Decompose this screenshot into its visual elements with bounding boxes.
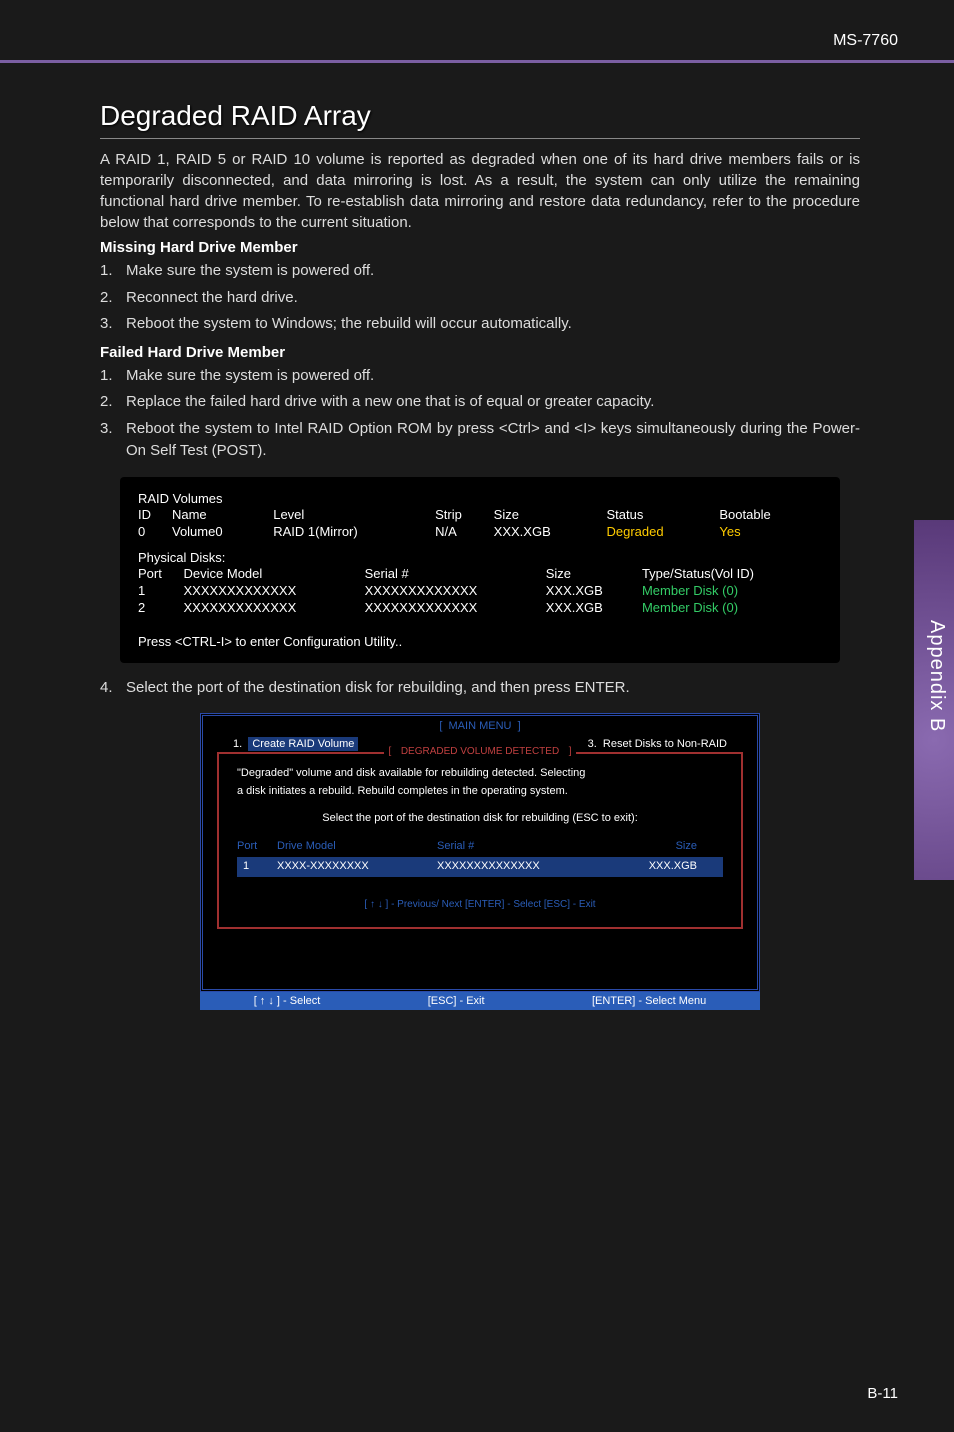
list-item: Replace the failed hard drive with a new… xyxy=(100,391,860,414)
disk-row-selected[interactable]: 1 XXXX-XXXXXXXX XXXXXXXXXXXXXX XXX.XGB xyxy=(237,857,723,877)
pcell-model: XXXXXXXXXXXXX xyxy=(184,599,365,616)
pcell-type: Member Disk (0) xyxy=(642,599,822,616)
missing-steps: Make sure the system is powered off. Rec… xyxy=(100,260,860,336)
section-title: Degraded RAID Array xyxy=(100,100,860,139)
col-strip: Strip xyxy=(435,506,494,523)
col-id: ID xyxy=(138,506,172,523)
pcol-type: Type/Status(Vol ID) xyxy=(642,565,822,582)
cell-serial: XXXXXXXXXXXXXX xyxy=(437,858,617,876)
cell-strip: N/A xyxy=(435,523,494,540)
degraded-msg-line1: "Degraded" volume and disk available for… xyxy=(237,765,723,783)
bios-main-menu-panel: [ MAIN MENU ] 1. Create RAID Volume 3. R… xyxy=(200,713,760,1010)
list-item: Reconnect the hard drive. xyxy=(100,287,860,310)
page-model: MS-7760 xyxy=(833,32,898,50)
cell-level: RAID 1(Mirror) xyxy=(273,523,435,540)
pcell-size: XXX.XGB xyxy=(546,582,642,599)
main-menu-label: [ MAIN MENU ] xyxy=(435,720,524,732)
pcell-serial: XXXXXXXXXXXXX xyxy=(365,599,546,616)
step-4: Select the port of the destination disk … xyxy=(100,677,860,700)
cell-id: 0 xyxy=(138,523,172,540)
side-tab-label: Appendix B xyxy=(925,620,948,732)
degraded-title: DEGRADED VOLUME DETECTED xyxy=(397,746,563,757)
list-item: Make sure the system is powered off. xyxy=(100,260,860,283)
missing-heading: Missing Hard Drive Member xyxy=(100,239,860,256)
pcol-serial: Serial # xyxy=(365,565,546,582)
cell-size: XXX.XGB xyxy=(494,523,607,540)
pcell-serial: XXXXXXXXXXXXX xyxy=(365,582,546,599)
degraded-msg-line2: a disk initiates a rebuild. Rebuild comp… xyxy=(237,783,723,801)
col-drive-model: Drive Model xyxy=(277,838,437,856)
pcol-port: Port xyxy=(138,565,184,582)
pcol-model: Device Model xyxy=(184,565,365,582)
failed-steps: Make sure the system is powered off. Rep… xyxy=(100,365,860,463)
pcell-port: 1 xyxy=(138,582,184,599)
physical-disks-label: Physical Disks: xyxy=(138,550,822,565)
bios-raid-volumes-panel: RAID Volumes ID Name Level Strip Size St… xyxy=(120,477,840,663)
cell-status: Degraded xyxy=(607,523,720,540)
col-bootable: Bootable xyxy=(719,506,822,523)
col-serial: Serial # xyxy=(437,838,617,856)
pcol-size: Size xyxy=(546,565,642,582)
list-item: Make sure the system is powered off. xyxy=(100,365,860,388)
page-number: B-11 xyxy=(867,1385,898,1402)
side-tab: Appendix B xyxy=(914,520,954,880)
pcell-type: Member Disk (0) xyxy=(642,582,822,599)
hint-exit: [ESC] - Exit xyxy=(428,995,485,1007)
degraded-msg-line3: Select the port of the destination disk … xyxy=(237,810,723,828)
pcell-size: XXX.XGB xyxy=(546,599,642,616)
hint-select: [ ↑ ↓ ] - Select xyxy=(254,995,321,1007)
cell-size: XXX.XGB xyxy=(617,858,697,876)
list-item: Reboot the system to Windows; the rebuil… xyxy=(100,313,860,336)
pcell-port: 2 xyxy=(138,599,184,616)
pcell-model: XXXXXXXXXXXXX xyxy=(184,582,365,599)
bios-footer-hint: Press <CTRL-I> to enter Configuration Ut… xyxy=(138,634,822,649)
col-name: Name xyxy=(172,506,273,523)
raid-volumes-label: RAID Volumes xyxy=(138,491,822,506)
bottom-nav-bar: [ ↑ ↓ ] - Select [ESC] - Exit [ENTER] - … xyxy=(200,992,760,1010)
col-size: Size xyxy=(617,838,697,856)
nav-hint: [ ↑ ↓ ] - Previous/ Next [ENTER] - Selec… xyxy=(237,897,723,913)
header-divider xyxy=(0,60,954,63)
cell-port: 1 xyxy=(237,858,277,876)
degraded-volume-dialog: [ DEGRADED VOLUME DETECTED ] "Degraded" … xyxy=(217,752,743,929)
col-level: Level xyxy=(273,506,435,523)
list-item: Reboot the system to Intel RAID Option R… xyxy=(100,418,860,463)
hint-select-menu: [ENTER] - Select Menu xyxy=(592,995,706,1007)
col-size: Size xyxy=(494,506,607,523)
intro-paragraph: A RAID 1, RAID 5 or RAID 10 volume is re… xyxy=(100,149,860,233)
cell-bootable: Yes xyxy=(719,523,822,540)
col-status: Status xyxy=(607,506,720,523)
col-port: Port xyxy=(237,838,277,856)
cell-model: XXXX-XXXXXXXX xyxy=(277,858,437,876)
cell-name: Volume0 xyxy=(172,523,273,540)
failed-heading: Failed Hard Drive Member xyxy=(100,344,860,361)
